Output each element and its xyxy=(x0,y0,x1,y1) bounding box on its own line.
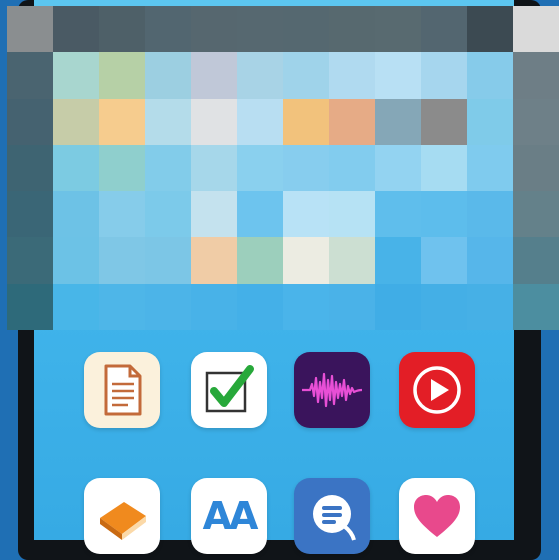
pixel-block xyxy=(7,237,53,284)
pixel-block xyxy=(191,52,237,99)
pixel-block xyxy=(99,283,145,331)
pixel-block xyxy=(513,237,559,284)
document-app-icon[interactable] xyxy=(84,352,160,428)
pixel-block xyxy=(145,237,191,284)
pixel-block xyxy=(467,6,513,53)
pixel-block xyxy=(329,283,375,331)
pixel-block xyxy=(283,191,329,238)
pixel-block xyxy=(145,98,191,145)
pixel-block xyxy=(513,98,559,145)
pixel-block xyxy=(329,144,375,192)
pixel-block xyxy=(421,52,467,99)
books-app-icon[interactable] xyxy=(84,478,160,554)
pixel-block xyxy=(7,98,53,145)
pixel-block xyxy=(237,6,283,53)
pixel-block xyxy=(191,6,237,53)
pixel-block xyxy=(7,52,53,99)
pixel-block xyxy=(421,283,467,331)
pixel-block xyxy=(237,52,283,99)
pixel-block xyxy=(329,52,375,99)
pixel-block xyxy=(375,283,421,331)
pixel-block xyxy=(191,144,237,192)
pixel-block xyxy=(467,191,513,238)
pixel-block xyxy=(513,144,559,192)
pixel-block xyxy=(375,52,421,99)
dictionary-app-icon[interactable]: AA xyxy=(191,478,267,554)
pixel-block xyxy=(421,6,467,53)
pixel-block xyxy=(145,283,191,331)
pixel-block xyxy=(513,191,559,238)
pixel-block xyxy=(513,52,559,99)
pixel-block xyxy=(237,283,283,331)
pixel-block xyxy=(53,6,99,53)
voice-memos-app-icon[interactable] xyxy=(294,352,370,428)
pixel-block xyxy=(237,144,283,192)
pixel-block xyxy=(191,237,237,284)
pixel-block xyxy=(375,144,421,192)
pixel-block xyxy=(329,237,375,284)
pixel-block xyxy=(99,52,145,99)
pixel-block xyxy=(467,98,513,145)
pixel-block xyxy=(145,144,191,192)
pixel-block xyxy=(99,144,145,192)
pixel-block xyxy=(467,52,513,99)
pixel-block xyxy=(467,144,513,192)
pixel-block xyxy=(237,237,283,284)
pixel-block xyxy=(53,237,99,284)
pixel-block xyxy=(375,191,421,238)
pixel-block xyxy=(99,191,145,238)
pixel-block xyxy=(145,191,191,238)
pixelated-region xyxy=(7,6,559,331)
messaging-app-icon[interactable] xyxy=(294,478,370,554)
pixel-block xyxy=(421,191,467,238)
pixel-block xyxy=(513,283,559,331)
pixel-block xyxy=(7,144,53,192)
pixel-block xyxy=(191,98,237,145)
pixel-block xyxy=(375,98,421,145)
pixel-block xyxy=(145,52,191,99)
pixel-block xyxy=(283,283,329,331)
pixel-block xyxy=(513,6,559,53)
pixel-block xyxy=(145,6,191,53)
pixel-block xyxy=(7,191,53,238)
pixel-block xyxy=(191,283,237,331)
pixel-block xyxy=(237,98,283,145)
pixel-block xyxy=(53,191,99,238)
video-player-app-icon[interactable] xyxy=(399,352,475,428)
pixel-block xyxy=(467,237,513,284)
pixel-block xyxy=(99,98,145,145)
pixel-block xyxy=(7,283,53,331)
pixel-block xyxy=(467,283,513,331)
pixel-block xyxy=(283,6,329,53)
pixel-block xyxy=(375,6,421,53)
pixel-block xyxy=(329,98,375,145)
checklist-app-icon[interactable] xyxy=(191,352,267,428)
pixel-block xyxy=(7,6,53,53)
pixel-block xyxy=(421,144,467,192)
pixel-block xyxy=(53,144,99,192)
pixel-block xyxy=(53,283,99,331)
pixel-block xyxy=(283,52,329,99)
pixel-block xyxy=(237,191,283,238)
pixel-block xyxy=(421,98,467,145)
pixel-block xyxy=(283,98,329,145)
pixel-block xyxy=(53,52,99,99)
pixel-block xyxy=(329,191,375,238)
pixel-block xyxy=(53,98,99,145)
pixel-block xyxy=(375,237,421,284)
pixel-block xyxy=(99,6,145,53)
health-app-icon[interactable] xyxy=(399,478,475,554)
pixel-block xyxy=(283,144,329,192)
pixel-block xyxy=(191,191,237,238)
pixel-block xyxy=(329,6,375,53)
pixel-block xyxy=(99,237,145,284)
pixel-block xyxy=(283,237,329,284)
pixel-block xyxy=(421,237,467,284)
dictionary-app-label: AA xyxy=(202,494,259,538)
